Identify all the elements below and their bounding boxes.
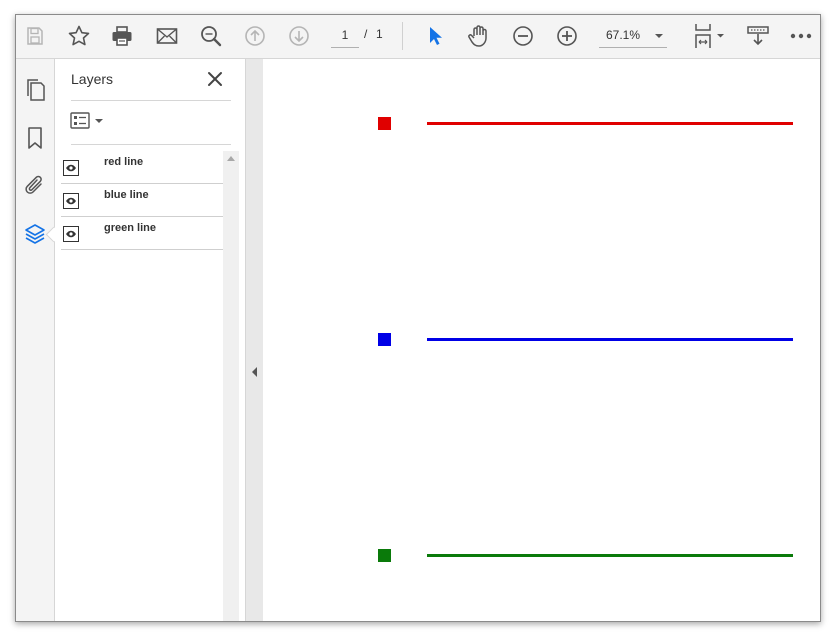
mail-icon[interactable] (152, 21, 182, 51)
previous-page-icon[interactable] (240, 21, 270, 51)
page-total: 1 (376, 27, 383, 41)
green-line (427, 554, 793, 557)
save-icon[interactable] (20, 21, 50, 51)
more-icon[interactable] (786, 21, 816, 51)
layer-list: red line blue line green line (61, 151, 223, 250)
page-number-input[interactable]: 1 (331, 25, 359, 48)
scroll-mode-icon[interactable] (743, 21, 773, 51)
eye-icon[interactable] (63, 226, 79, 242)
page-thumbnails-icon[interactable] (20, 75, 50, 105)
bookmark-icon[interactable] (20, 123, 50, 153)
layer-name: blue line (104, 189, 149, 201)
red-square (378, 117, 391, 130)
close-icon[interactable] (205, 69, 225, 89)
hand-tool-icon[interactable] (464, 21, 494, 51)
zoom-level-value: 67.1% (606, 28, 641, 42)
panel-splitter[interactable] (245, 59, 263, 621)
layers-panel: Layers red line blue line green line (55, 59, 245, 621)
divider (71, 100, 231, 101)
options-menu-icon (70, 112, 103, 129)
toolbar-divider (402, 22, 403, 50)
panel-scrollbar[interactable] (223, 151, 239, 621)
print-icon[interactable] (107, 21, 137, 51)
document-page (263, 59, 820, 621)
green-square (378, 549, 391, 562)
layer-name: green line (104, 222, 156, 234)
layer-item-green-line[interactable]: green line (61, 217, 223, 250)
divider (71, 144, 231, 145)
layer-name: red line (104, 156, 144, 168)
layer-item-blue-line[interactable]: blue line (61, 184, 223, 217)
page-fit-icon[interactable] (690, 21, 730, 51)
panel-title: Layers (71, 71, 114, 87)
search-icon[interactable] (196, 21, 226, 51)
attachment-icon[interactable] (20, 171, 50, 201)
zoom-out-icon[interactable] (508, 21, 538, 51)
layer-item-red-line[interactable]: red line (61, 151, 223, 184)
collapse-panel-icon[interactable] (252, 367, 257, 377)
scroll-up-icon[interactable] (227, 156, 235, 161)
select-tool-icon[interactable] (420, 21, 450, 51)
layer-options-button[interactable] (69, 111, 109, 133)
blue-square (378, 333, 391, 346)
chevron-down-icon (655, 34, 663, 38)
navigation-rail (16, 59, 62, 621)
zoom-level-dropdown[interactable]: 67.1% (599, 25, 667, 48)
eye-icon[interactable] (63, 160, 79, 176)
app-window: 1 / 1 67.1% Layers red line blue line gr… (15, 14, 821, 622)
zoom-in-icon[interactable] (552, 21, 582, 51)
page-separator: / (364, 27, 368, 41)
star-icon[interactable] (64, 21, 94, 51)
red-line (427, 122, 793, 125)
eye-icon[interactable] (63, 193, 79, 209)
blue-line (427, 338, 793, 341)
next-page-icon[interactable] (284, 21, 314, 51)
toolbar: 1 / 1 67.1% (16, 15, 820, 59)
